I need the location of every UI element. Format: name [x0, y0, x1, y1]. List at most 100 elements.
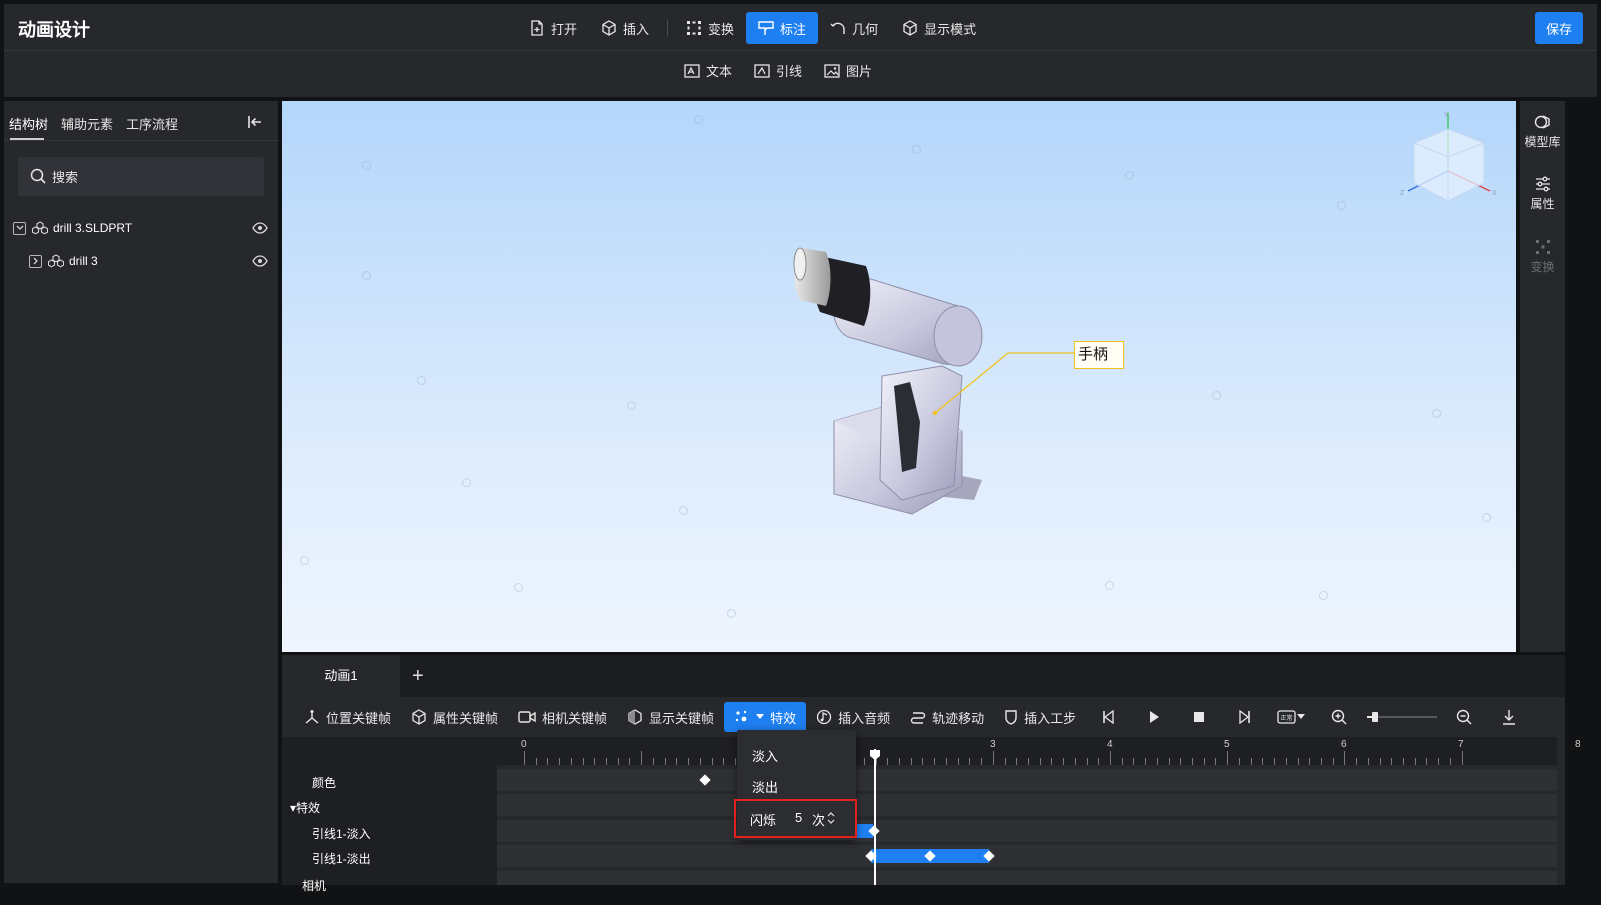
position-keyframe-label: 位置关键帧	[326, 710, 392, 726]
watermark-mark	[727, 609, 736, 618]
watermark-mark	[1482, 513, 1491, 522]
track-move-button[interactable]: 轨迹移动	[900, 702, 994, 732]
ruler-tick	[1379, 758, 1381, 765]
annotate-button[interactable]: 标注	[746, 12, 819, 44]
step-forward-button[interactable]	[1221, 702, 1266, 732]
tree-item-root[interactable]: drill 3.SLDPRT	[4, 215, 278, 241]
save-button[interactable]: 保存	[1535, 12, 1583, 44]
tab-process-flow[interactable]: 工序流程	[126, 114, 178, 133]
image-annotation-button[interactable]: 图片	[824, 61, 872, 80]
model-library-button[interactable]: 模型库	[1520, 113, 1565, 150]
keyframe[interactable]	[699, 774, 711, 786]
ruler-tick	[1238, 758, 1240, 765]
view-cube-gizmo[interactable]: Y X Z	[1392, 109, 1510, 219]
chevron-down-icon	[16, 225, 23, 230]
left-tabs: 结构树 辅助元素 工序流程	[4, 101, 278, 141]
search-input[interactable]	[52, 167, 252, 187]
track-color[interactable]	[497, 769, 1557, 791]
eye-icon[interactable]	[252, 222, 268, 234]
timeline-ruler[interactable]: 0 3 4 5 6 7 8	[497, 737, 1581, 765]
add-animation-button[interactable]: +	[412, 665, 424, 688]
zoom-in-icon	[1331, 709, 1347, 725]
playback-speed-dropdown[interactable]: 正常	[1266, 702, 1316, 732]
play-button[interactable]	[1131, 702, 1176, 732]
ruler-tick	[524, 751, 525, 765]
eye-icon[interactable]	[252, 255, 268, 267]
playhead[interactable]	[874, 749, 876, 885]
animation-tabs: 动画1 +	[282, 655, 1565, 697]
ruler-tick	[1074, 758, 1076, 765]
ruler-tick	[641, 751, 643, 765]
menu-item-fade-out[interactable]: 淡出	[752, 777, 778, 796]
track-fade-out[interactable]	[497, 845, 1557, 867]
flash-count-input[interactable]: 5	[795, 810, 802, 825]
ruler-tick	[981, 758, 983, 765]
export-button[interactable]	[1486, 702, 1531, 732]
watermark-mark	[1212, 391, 1221, 400]
tab-animation-1[interactable]: 动画1	[282, 655, 400, 697]
stop-button[interactable]	[1176, 702, 1221, 732]
watermark-mark	[362, 271, 371, 280]
expand-toggle[interactable]	[29, 254, 42, 268]
effects-label: 特效	[770, 710, 797, 726]
insert-step-button[interactable]: 插入工步	[994, 702, 1086, 732]
ruler-tick	[535, 758, 537, 765]
menu-item-fade-in[interactable]: 淡入	[752, 746, 778, 765]
image-label: 图片	[846, 64, 873, 79]
open-button[interactable]: 打开	[517, 12, 589, 44]
geometry-label: 几何	[852, 21, 879, 37]
position-keyframe-button[interactable]: 位置关键帧	[294, 702, 401, 732]
file-open-icon	[531, 20, 543, 36]
top-bar: 动画设计 打开 插入 变换 标注 几何 显示模式 保存	[4, 4, 1597, 51]
track-camera[interactable]	[497, 871, 1557, 885]
annotate-label: 标注	[780, 21, 807, 37]
menu-item-flash[interactable]: 闪烁 5 次	[734, 799, 857, 838]
track-label-fade-out: 引线1-淡出	[312, 852, 371, 866]
ruler-tick	[945, 758, 947, 765]
watermark-mark	[362, 161, 371, 170]
leader-annotation-button[interactable]: 引线	[754, 61, 802, 80]
callout-label[interactable]: 手柄	[1074, 341, 1124, 369]
transform-rail-button[interactable]: 变换	[1520, 238, 1565, 275]
transform-button[interactable]: 变换	[674, 12, 746, 44]
track-effects[interactable]	[497, 794, 1557, 816]
attribute-keyframe-button[interactable]: 属性关键帧	[401, 702, 508, 732]
track-fade-in[interactable]	[497, 820, 1557, 842]
ruler-tick	[1227, 751, 1229, 765]
properties-button[interactable]: 属性	[1520, 175, 1565, 212]
watermark-mark	[1125, 171, 1134, 180]
display-mode-button[interactable]: 显示模式	[890, 12, 988, 44]
3d-viewport[interactable]: 手柄 Y X Z	[282, 101, 1516, 652]
ruler-tick	[1156, 758, 1158, 765]
effects-dropdown-button[interactable]: 特效	[724, 702, 807, 732]
ruler-tick	[688, 758, 690, 765]
display-keyframe-button[interactable]: 显示关键帧	[617, 702, 724, 732]
search-box	[18, 157, 264, 196]
geometry-button[interactable]: 几何	[818, 12, 890, 44]
ruler-tick	[1367, 758, 1369, 765]
ruler-tick	[1121, 758, 1123, 765]
insert-audio-button[interactable]: 插入音频	[806, 702, 900, 732]
tab-structure-tree[interactable]: 结构树	[9, 114, 48, 133]
camera-keyframe-button[interactable]: 相机关键帧	[508, 702, 617, 732]
drill-bit-tip	[793, 247, 807, 281]
step-back-button[interactable]	[1086, 702, 1131, 732]
watermark-mark	[300, 556, 309, 565]
ruler-tick	[957, 758, 959, 765]
zoom-slider[interactable]	[1361, 702, 1441, 732]
ruler-tick	[1262, 758, 1264, 765]
zoom-in-button[interactable]	[1316, 702, 1361, 732]
zoom-out-button[interactable]	[1441, 702, 1486, 732]
tree-item-child[interactable]: drill 3	[4, 248, 278, 274]
timeline-toolbar: 位置关键帧 属性关键帧 相机关键帧 显示关键帧 特效 插入音频 轨迹移动 插入工…	[282, 697, 1565, 737]
insert-button[interactable]: 插入	[589, 12, 661, 44]
stepper-arrows-icon[interactable]	[827, 810, 835, 826]
ruler-tick	[992, 751, 994, 765]
text-annotation-button[interactable]: 文本	[684, 61, 732, 80]
track-group-effects[interactable]: ▾特效	[290, 799, 320, 816]
tab-auxiliary-elements[interactable]: 辅助元素	[61, 114, 113, 133]
ruler-tick	[1027, 758, 1029, 765]
zoom-slider-thumb[interactable]	[1372, 712, 1379, 722]
collapse-toggle[interactable]	[13, 221, 26, 235]
collapse-panel-icon[interactable]	[247, 114, 263, 130]
